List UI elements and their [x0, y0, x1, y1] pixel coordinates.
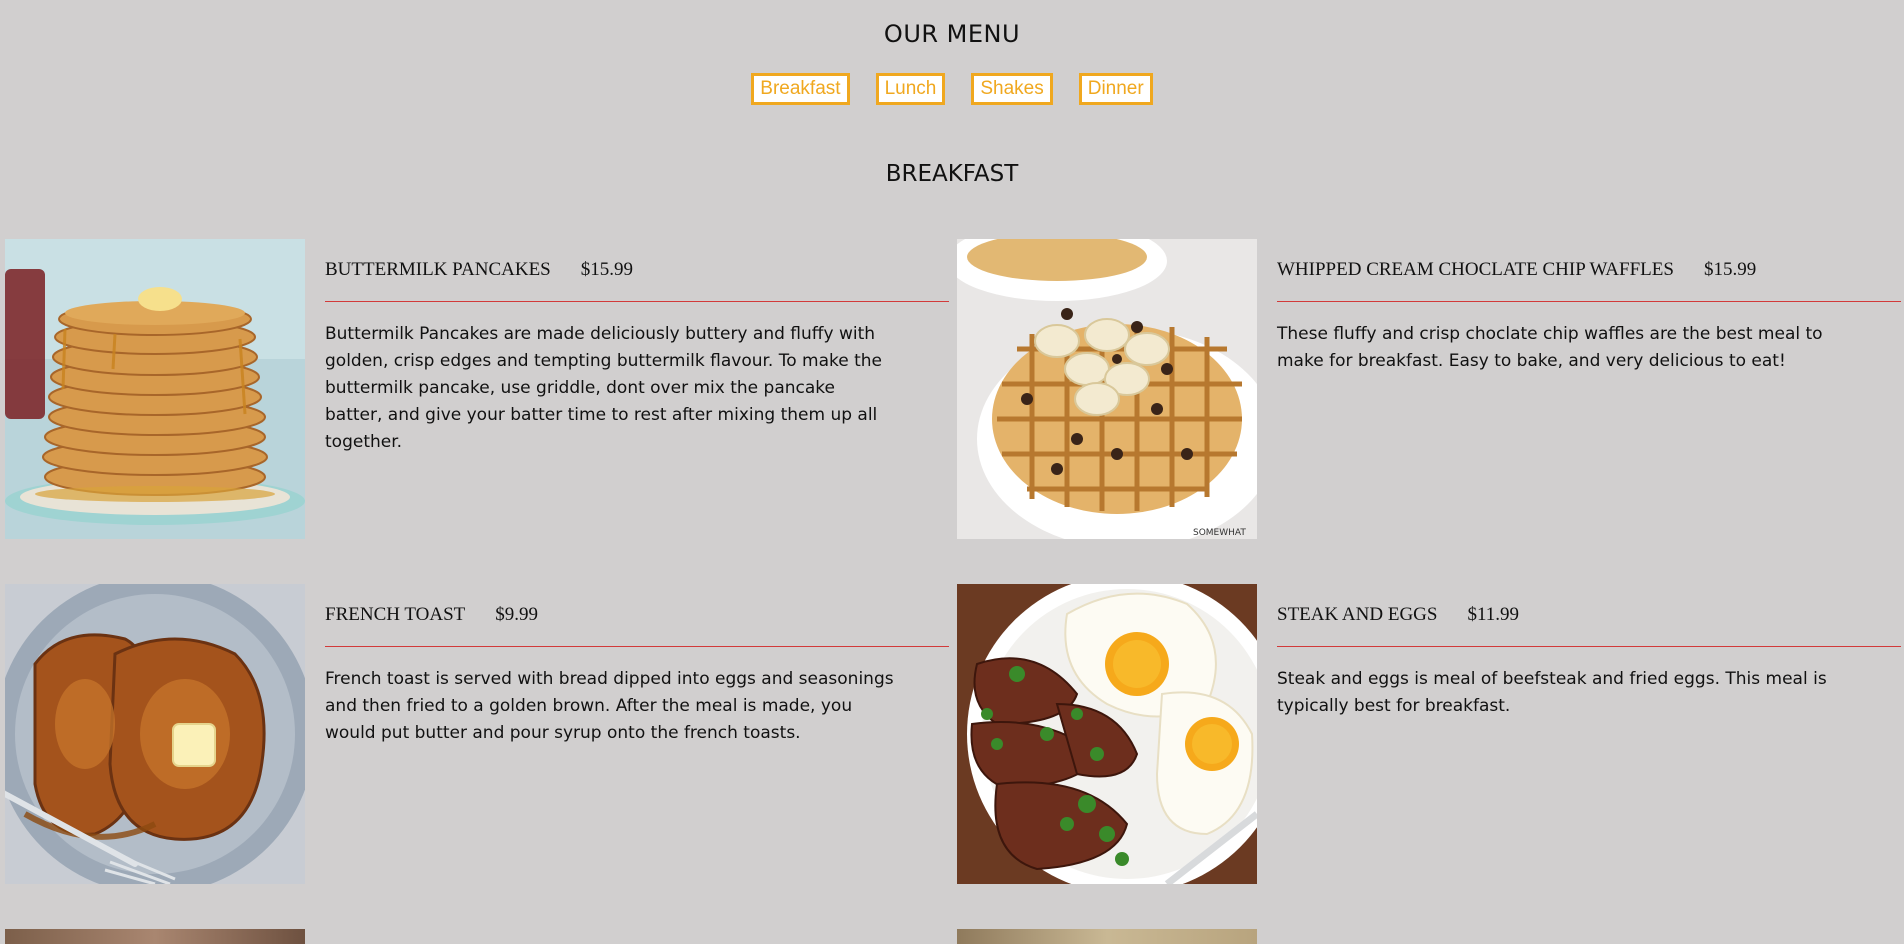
french-toast-photo — [5, 584, 305, 884]
item-description: Steak and eggs is meal of beefsteak and … — [1277, 669, 1827, 716]
item-divider — [325, 301, 949, 302]
next-item-photo-partial — [957, 929, 1257, 944]
item-price: $15.99 — [580, 259, 633, 280]
item-header: STEAK AND EGGS $11.99 — [1277, 604, 1519, 626]
item-name: BUTTERMILK PANCAKES — [325, 259, 551, 280]
item-name: FRENCH TOAST — [325, 604, 466, 625]
tab-lunch[interactable]: Lunch — [875, 73, 946, 105]
item-divider — [1277, 301, 1901, 302]
menu-item-choclate-chip-waffles: SOMEWHAT WHIPPED CREAM CHOCLATE CHIP WAF… — [957, 239, 1901, 539]
menu-item-french-toast: FRENCH TOAST $9.99 French toast is served… — [5, 584, 949, 884]
item-description: Buttermilk Pancakes are made deliciously… — [325, 324, 883, 452]
item-price: $11.99 — [1467, 604, 1519, 625]
next-item-photo-partial — [5, 929, 305, 944]
page-title: OUR MENU — [883, 20, 1021, 48]
pancakes-photo — [5, 239, 305, 539]
item-price: $15.99 — [1703, 259, 1757, 280]
item-name: STEAK AND EGGS — [1277, 604, 1438, 625]
item-divider — [1277, 646, 1901, 647]
item-description: These fluffy and crisp choclate chip waf… — [1277, 324, 1823, 371]
tab-dinner[interactable]: Dinner — [1078, 73, 1153, 105]
tab-shakes[interactable]: Shakes — [971, 73, 1053, 105]
menu-item-steak-and-eggs: STEAK AND EGGS $11.99 Steak and eggs is m… — [957, 584, 1901, 884]
waffles-photo: SOMEWHAT — [957, 239, 1257, 539]
item-header: BUTTERMILK PANCAKES $15.99 — [325, 259, 633, 281]
section-title: BREAKFAST — [885, 161, 1019, 187]
item-header: WHIPPED CREAM CHOCLATE CHIP WAFFLES $15.9… — [1277, 259, 1756, 281]
item-description: French toast is served with bread dipped… — [325, 669, 894, 743]
item-divider — [325, 646, 949, 647]
item-header: FRENCH TOAST $9.99 — [325, 604, 538, 626]
steak-and-eggs-photo — [957, 584, 1257, 884]
item-price: $9.99 — [495, 604, 538, 625]
tab-breakfast[interactable]: Breakfast — [751, 73, 850, 105]
menu-item-buttermilk-pancakes: BUTTERMILK PANCAKES $15.99 Buttermilk Pan… — [5, 239, 949, 539]
menu-category-tabs: Breakfast Lunch Shakes Dinner — [0, 73, 1904, 105]
photo-watermark: SOMEWHAT — [1193, 528, 1246, 538]
item-name: WHIPPED CREAM CHOCLATE CHIP WAFFLES — [1277, 259, 1674, 280]
